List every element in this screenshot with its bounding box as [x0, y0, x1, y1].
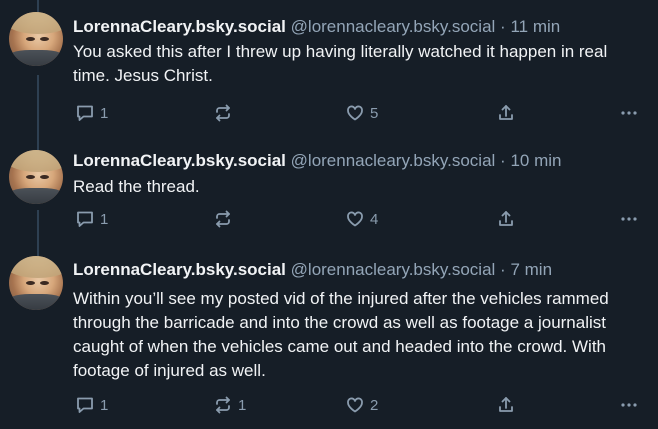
like-button[interactable]: 2 [345, 394, 378, 416]
separator: · [500, 260, 506, 279]
more-icon [619, 103, 639, 123]
post-header: LorennaCleary.bsky.social @lorennacleary… [73, 150, 561, 172]
repost-icon [213, 103, 233, 123]
avatar[interactable] [9, 256, 63, 310]
repost-icon [213, 209, 233, 229]
timestamp[interactable]: 11 min [510, 17, 560, 36]
timestamp[interactable]: 10 min [510, 151, 561, 170]
post[interactable]: LorennaCleary.bsky.social @lorennacleary… [0, 0, 658, 142]
heart-icon [345, 395, 365, 415]
reply-button[interactable]: 1 [75, 208, 108, 230]
action-bar: 1 1 2 [73, 394, 645, 416]
more-icon [619, 209, 639, 229]
author-name[interactable]: LorennaCleary.bsky.social [73, 17, 286, 36]
heart-icon [345, 103, 365, 123]
post-header: LorennaCleary.bsky.social @lorennacleary… [73, 259, 552, 281]
author-handle[interactable]: @lorennacleary.bsky.social [291, 17, 496, 36]
author-handle[interactable]: @lorennacleary.bsky.social [291, 260, 496, 279]
like-button[interactable]: 5 [345, 102, 378, 124]
repost-button[interactable]: 1 [213, 394, 246, 416]
more-options-button[interactable] [619, 102, 639, 124]
reply-icon [75, 209, 95, 229]
avatar[interactable] [9, 12, 63, 66]
like-count: 2 [370, 396, 379, 414]
reply-count: 1 [100, 396, 109, 414]
repost-button[interactable] [213, 102, 238, 124]
share-button[interactable] [496, 394, 516, 416]
reply-icon [75, 103, 95, 123]
more-icon [619, 395, 639, 415]
repost-icon [213, 395, 233, 415]
timestamp[interactable]: 7 min [510, 260, 552, 279]
reply-count: 1 [100, 210, 109, 228]
post-header: LorennaCleary.bsky.social @lorennacleary… [73, 16, 560, 38]
action-bar: 1 5 [73, 102, 645, 124]
separator: · [500, 17, 506, 36]
share-icon [496, 103, 516, 123]
share-button[interactable] [496, 102, 516, 124]
reply-count: 1 [100, 104, 109, 122]
separator: · [500, 151, 506, 170]
author-handle[interactable]: @lorennacleary.bsky.social [291, 151, 496, 170]
like-count: 5 [370, 104, 379, 122]
like-count: 4 [370, 210, 379, 228]
share-button[interactable] [496, 208, 516, 230]
more-options-button[interactable] [619, 208, 639, 230]
author-name[interactable]: LorennaCleary.bsky.social [73, 151, 286, 170]
post[interactable]: LorennaCleary.bsky.social @lorennacleary… [0, 246, 658, 429]
repost-button[interactable] [213, 208, 238, 230]
heart-icon [345, 209, 365, 229]
avatar[interactable] [9, 150, 63, 204]
share-icon [496, 395, 516, 415]
reply-button[interactable]: 1 [75, 394, 108, 416]
repost-count: 1 [238, 396, 247, 414]
post-text: You asked this after I threw up having l… [73, 42, 608, 85]
reply-button[interactable]: 1 [75, 102, 108, 124]
reply-icon [75, 395, 95, 415]
author-name[interactable]: LorennaCleary.bsky.social [73, 260, 286, 279]
share-icon [496, 209, 516, 229]
post-text: Read the thread. [73, 177, 200, 196]
like-button[interactable]: 4 [345, 208, 378, 230]
more-options-button[interactable] [619, 394, 639, 416]
action-bar: 1 4 [73, 208, 645, 230]
post[interactable]: LorennaCleary.bsky.social @lorennacleary… [0, 142, 658, 246]
post-text: Within you’ll see my posted vid of the i… [73, 289, 609, 380]
